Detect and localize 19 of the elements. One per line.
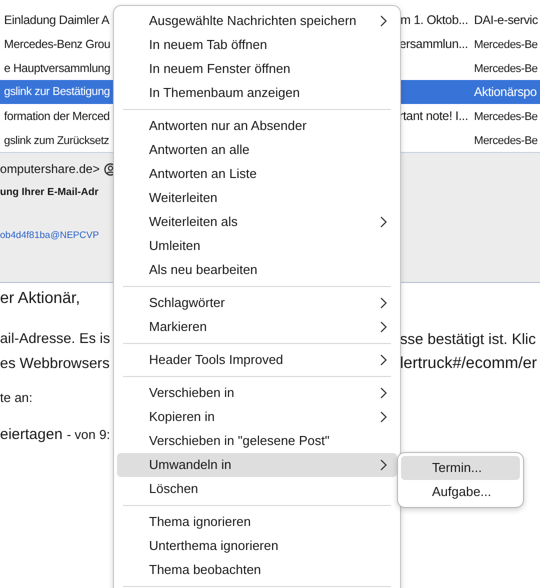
body-text: lertruck#/ecomm/er — [400, 355, 537, 372]
body-text: sse bestätigt ist. Klic — [400, 331, 536, 348]
correspondent: DAI-e-servic — [474, 12, 538, 27]
sender-address: omputershare.de> — [0, 160, 100, 178]
message-subject: m 1. Oktob... — [400, 12, 468, 29]
subject-text: ung Ihrer E-Mail-Adr — [0, 186, 99, 200]
correspondent: Mercedes-Be — [474, 110, 538, 123]
message-subject: gslink zur Bestätigung — [4, 86, 110, 98]
correspondent: Mercedes-Be — [474, 38, 538, 51]
correspondent: Mercedes-Be — [474, 134, 538, 147]
body-text: te an: — [0, 389, 33, 408]
body-text: eiertagen - von 9: — [0, 424, 110, 445]
body-text: es Webbrowsers — [0, 354, 110, 374]
message-subject: ersammlun... — [399, 36, 468, 53]
message-subject: gslink zum Zurücksetz — [4, 134, 109, 147]
body-text: er Aktionär, — [0, 289, 80, 309]
body-text: ail-Adresse. Es is — [0, 330, 110, 350]
correspondent: Aktionärspo — [474, 84, 537, 99]
message-subject: formation der Merced — [4, 110, 110, 123]
